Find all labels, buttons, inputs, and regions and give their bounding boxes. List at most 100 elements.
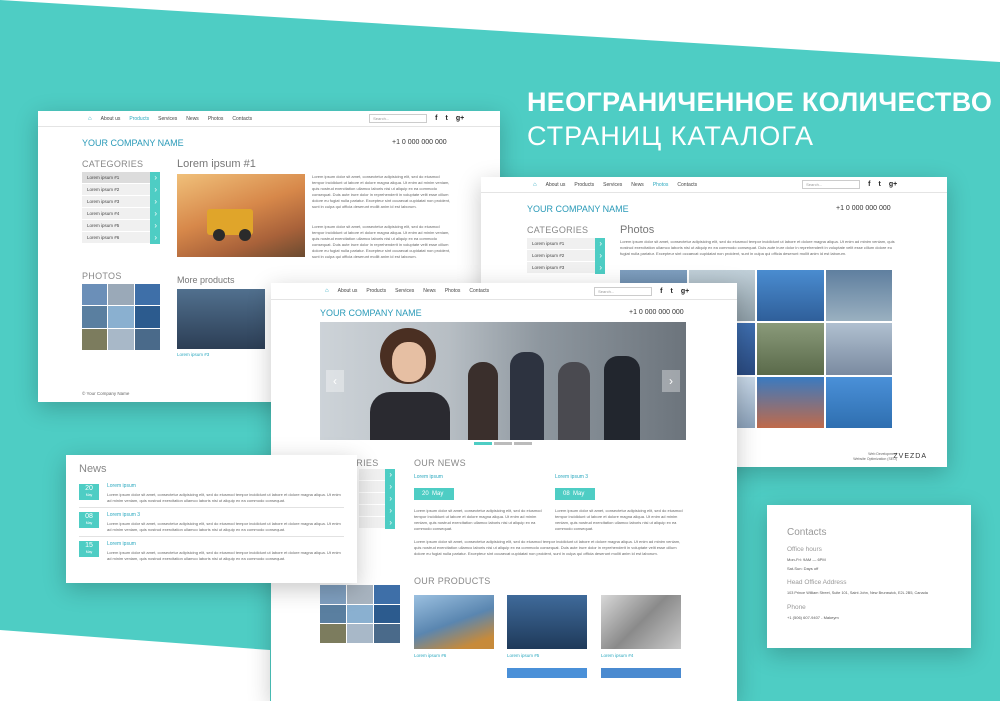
photo-thumb[interactable]	[320, 604, 346, 624]
nav-services[interactable]: Services	[395, 288, 414, 294]
photo-thumb[interactable]	[320, 585, 346, 604]
facebook-icon[interactable]: f	[435, 115, 437, 122]
slider-dot-active[interactable]	[474, 442, 492, 445]
nav-products[interactable]: Products	[129, 116, 149, 122]
news-item-title[interactable]: Lorem ipsum 3	[107, 512, 140, 518]
category-item[interactable]	[359, 493, 395, 505]
gallery-photo[interactable]	[757, 376, 824, 428]
category-item[interactable]: Lorem ipsum #2	[527, 250, 605, 262]
product-thumb[interactable]	[507, 595, 587, 649]
home-icon[interactable]: ⌂	[533, 182, 537, 188]
category-item[interactable]: Lorem ipsum #6	[82, 232, 160, 244]
photo-thumb[interactable]	[82, 306, 108, 328]
slider-dot[interactable]	[494, 442, 512, 445]
photo-thumb[interactable]	[82, 328, 108, 350]
category-item[interactable]: Lorem ipsum #2	[82, 184, 160, 196]
developer-credit[interactable]: Web Development Website Optimization (SE…	[853, 452, 897, 461]
product-caption[interactable]: Lorem ipsum #5	[507, 653, 539, 658]
slider-dot[interactable]	[514, 442, 532, 445]
product-thumb[interactable]	[414, 595, 494, 649]
nav-contacts[interactable]: Contacts	[677, 182, 697, 188]
facebook-icon[interactable]: f	[660, 288, 662, 295]
nav-photos[interactable]: Photos	[445, 288, 461, 294]
nav-services[interactable]: Services	[603, 182, 622, 188]
search-input[interactable]: Search...	[594, 286, 653, 296]
photo-thumb[interactable]	[82, 284, 108, 306]
gallery-photo[interactable]	[825, 270, 892, 322]
news-item-title[interactable]: Lorem ipsum	[107, 483, 136, 489]
hero-slider[interactable]: ‹ ›	[320, 322, 686, 440]
top-nav: ⌂ About us Products Services News Photos…	[38, 111, 500, 127]
product-thumb-partial[interactable]	[507, 668, 587, 678]
nav-services[interactable]: Services	[158, 116, 177, 122]
photo-thumb[interactable]	[374, 604, 400, 624]
nav-news[interactable]: News	[423, 288, 436, 294]
nav-about[interactable]: About us	[101, 116, 121, 122]
nav-news[interactable]: News	[186, 116, 199, 122]
category-item[interactable]: Lorem ipsum #1	[82, 172, 160, 184]
product-thumb[interactable]	[601, 595, 681, 649]
news-item-title[interactable]: Lorem ipsum 3	[555, 474, 588, 480]
photo-thumb[interactable]	[108, 328, 134, 350]
product-caption[interactable]: Lorem ipsum #6	[414, 653, 446, 658]
contact-phone[interactable]: +1 (506) 607-9407 - Makeym	[787, 615, 839, 620]
twitter-icon[interactable]: t	[445, 115, 447, 122]
google-plus-icon[interactable]: g+	[889, 181, 897, 188]
photo-thumb[interactable]	[374, 624, 400, 643]
product-thumb-partial[interactable]	[601, 668, 681, 678]
photo-thumb[interactable]	[134, 284, 160, 306]
search-input[interactable]: Search...	[802, 180, 861, 189]
gallery-photo[interactable]	[825, 376, 892, 428]
zvezda-logo[interactable]: ZVEZDA	[893, 453, 927, 460]
nav-contacts[interactable]: Contacts	[469, 288, 489, 294]
photo-thumb[interactable]	[108, 306, 134, 328]
category-item[interactable]	[359, 481, 395, 493]
photo-thumb[interactable]	[347, 604, 373, 624]
home-icon[interactable]: ⌂	[88, 116, 92, 122]
company-name[interactable]: YOUR COMPANY NAME	[82, 138, 184, 148]
slider-next-icon[interactable]: ›	[662, 370, 680, 392]
nav-about[interactable]: About us	[546, 182, 566, 188]
photo-thumb[interactable]	[108, 284, 134, 306]
photo-thumb[interactable]	[134, 328, 160, 350]
google-plus-icon[interactable]: g+	[456, 115, 464, 122]
twitter-icon[interactable]: t	[670, 288, 672, 295]
nav-products[interactable]: Products	[366, 288, 386, 294]
category-item[interactable]: Lorem ipsum #5	[82, 220, 160, 232]
search-input[interactable]: Search...	[369, 114, 428, 123]
nav-news[interactable]: News	[631, 182, 644, 188]
photo-thumb[interactable]	[347, 585, 373, 604]
category-item[interactable]: Lorem ipsum #4	[82, 208, 160, 220]
nav-photos[interactable]: Photos	[653, 182, 669, 188]
category-item[interactable]	[359, 469, 395, 481]
nav-about[interactable]: About us	[338, 288, 358, 294]
gallery-photo[interactable]	[757, 270, 824, 322]
slider-prev-icon[interactable]: ‹	[326, 370, 344, 392]
google-plus-icon[interactable]: g+	[681, 288, 689, 295]
category-item[interactable]	[359, 505, 395, 517]
category-item[interactable]: Lorem ipsum #3	[82, 196, 160, 208]
news-item-title[interactable]: Lorem ipsum	[107, 541, 136, 547]
photo-thumb[interactable]	[320, 624, 346, 643]
news-item-title[interactable]: Lorem ipsum	[414, 474, 443, 480]
nav-contacts[interactable]: Contacts	[232, 116, 252, 122]
gallery-photo[interactable]	[757, 323, 824, 375]
category-item[interactable]	[359, 517, 395, 529]
product-caption[interactable]: Lorem ipsum #3	[177, 352, 209, 357]
category-item[interactable]: Lorem ipsum #3	[527, 262, 605, 274]
photo-thumb[interactable]	[347, 624, 373, 643]
company-name[interactable]: YOUR COMPANY NAME	[320, 308, 422, 318]
gallery-photo[interactable]	[825, 323, 892, 375]
article-text-2: Lorem ipsum dolor sit amet, consectetur …	[312, 224, 451, 259]
facebook-icon[interactable]: f	[868, 181, 870, 188]
company-name[interactable]: YOUR COMPANY NAME	[527, 204, 629, 214]
product-thumb[interactable]	[177, 289, 265, 349]
twitter-icon[interactable]: t	[878, 181, 880, 188]
home-icon[interactable]: ⌂	[325, 288, 329, 294]
category-item[interactable]: Lorem ipsum #1	[527, 238, 605, 250]
nav-products[interactable]: Products	[574, 182, 594, 188]
nav-photos[interactable]: Photos	[208, 116, 224, 122]
photo-thumb[interactable]	[374, 585, 400, 604]
product-caption[interactable]: Lorem ipsum #4	[601, 653, 633, 658]
photo-thumb[interactable]	[134, 306, 160, 328]
